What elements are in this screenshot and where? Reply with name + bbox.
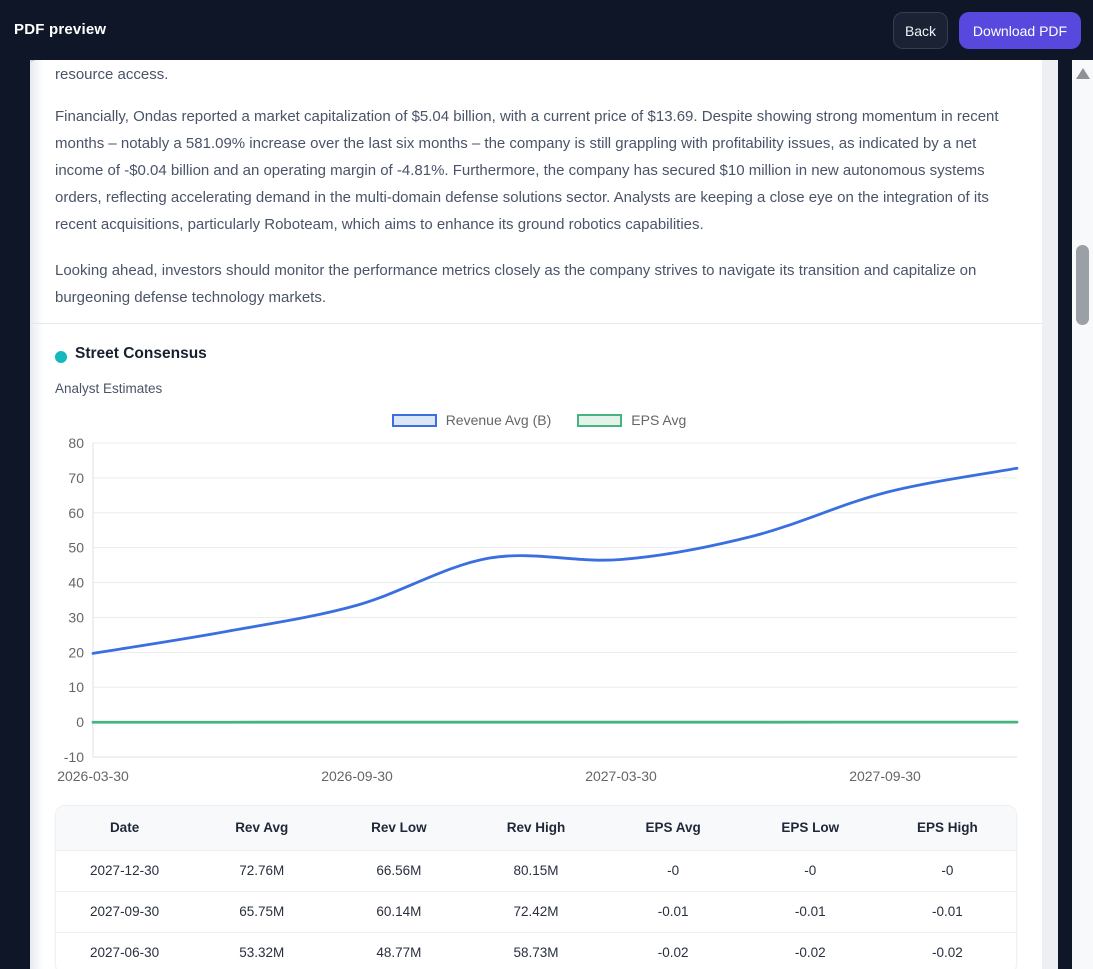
table-header-cell: Rev Avg bbox=[193, 806, 331, 850]
download-pdf-button[interactable]: Download PDF bbox=[959, 12, 1081, 49]
table-cell: -0 bbox=[878, 849, 1016, 891]
axis-tick-label: 30 bbox=[68, 609, 84, 625]
table-header-cell: EPS Avg bbox=[604, 806, 742, 850]
section-divider bbox=[30, 323, 1042, 324]
analyst-estimates-table: Date Rev Avg Rev Low Rev High EPS Avg EPS Low… bbox=[55, 805, 1017, 969]
scrollbar-thumb[interactable] bbox=[1076, 245, 1089, 325]
axis-tick-label: 20 bbox=[68, 644, 84, 660]
table-header-cell: Rev Low bbox=[330, 806, 468, 850]
table-cell: 65.75M bbox=[193, 890, 331, 932]
legend-item: Revenue Avg (B) bbox=[391, 412, 552, 428]
back-button[interactable]: Back bbox=[893, 12, 948, 49]
table-cell: 80.15M bbox=[467, 849, 605, 891]
axis-tick-label: 60 bbox=[68, 505, 84, 521]
table-header-row: Date Rev Avg Rev Low Rev High EPS Avg EPS Low… bbox=[56, 806, 1016, 850]
scroll-up-arrow-icon[interactable] bbox=[1076, 68, 1090, 79]
paragraph-financials: Financially, Ondas reported a market cap… bbox=[55, 108, 999, 233]
app-viewport: PDF preview Back Download PDF resource a… bbox=[0, 0, 1093, 969]
section-title: Street Consensus bbox=[75, 345, 207, 362]
table-cell: 66.56M bbox=[330, 849, 468, 891]
legend-swatch bbox=[391, 413, 437, 427]
clipped-paragraph-line: resource access. bbox=[55, 66, 169, 83]
legend-label: Revenue Avg (B) bbox=[445, 412, 552, 428]
page-title: PDF preview bbox=[14, 21, 107, 38]
axis-tick-label: -10 bbox=[64, 749, 84, 765]
table-row: 2027-12-30 72.76M 66.56M 80.15M -0 -0 -0 bbox=[56, 849, 1016, 891]
table-cell: -0.02 bbox=[741, 931, 879, 969]
table-cell: -0.02 bbox=[604, 931, 742, 969]
table-cell: 48.77M bbox=[330, 931, 468, 969]
table-header-cell: Rev High bbox=[467, 806, 605, 850]
top-bar: PDF preview Back Download PDF bbox=[0, 0, 1093, 60]
table-header-cell: EPS Low bbox=[741, 806, 879, 850]
table-cell: -0.02 bbox=[878, 931, 1016, 969]
table-row: 2027-09-30 65.75M 60.14M 72.42M -0.01 -0.01 -0… bbox=[56, 890, 1016, 932]
legend-label: EPS Avg bbox=[631, 412, 687, 428]
table-row: 2027-06-30 53.32M 48.77M 58.73M -0.02 -0.02 -0… bbox=[56, 931, 1016, 969]
axis-tick-label: 2026-03-30 bbox=[57, 768, 129, 784]
table-cell: 58.73M bbox=[467, 931, 605, 969]
axis-tick-label: 2026-09-30 bbox=[321, 768, 393, 784]
pdf-preview-page: resource access. Financially, Ondas repo… bbox=[30, 60, 1058, 969]
series-line-revenue-avg-b bbox=[91, 466, 1019, 655]
table-cell: -0 bbox=[741, 849, 879, 891]
legend-item: EPS Avg bbox=[577, 412, 686, 428]
table-cell: -0.01 bbox=[741, 890, 879, 932]
table-cell: 60.14M bbox=[330, 890, 468, 932]
table-cell: 53.32M bbox=[193, 931, 331, 969]
axis-tick-label: 10 bbox=[68, 679, 84, 695]
legend-swatch bbox=[577, 413, 623, 427]
axis-tick-label: 80 bbox=[68, 437, 84, 451]
axis-tick-label: 0 bbox=[76, 714, 84, 730]
axis-tick-label: 40 bbox=[68, 575, 84, 591]
table-cell: -0.01 bbox=[878, 890, 1016, 932]
line-chart-svg: 80 70 60 50 40 30 20 10 0 -10 2026-03-30 2026-09-30… bbox=[57, 435, 1019, 784]
table-cell: 2027-09-30 bbox=[56, 890, 194, 932]
section-bullet-dot bbox=[55, 351, 67, 363]
inner-scrollbar-track bbox=[1042, 60, 1058, 969]
table-cell: 2027-12-30 bbox=[56, 849, 194, 891]
analyst-estimates-line-chart: 80 70 60 50 40 30 20 10 0 -10 2026-03-30 2026-09-30… bbox=[55, 435, 1025, 790]
axis-tick-label: 50 bbox=[68, 540, 84, 556]
axis-tick-label: 70 bbox=[68, 470, 84, 486]
scrollbar-track[interactable] bbox=[1072, 60, 1093, 969]
table-cell: 72.42M bbox=[467, 890, 605, 932]
page-left-shadow bbox=[30, 60, 43, 969]
axis-tick-label: 2027-03-30 bbox=[585, 768, 657, 784]
table-header-cell: Date bbox=[56, 806, 194, 850]
table-cell: -0.01 bbox=[604, 890, 742, 932]
table-header-cell: EPS High bbox=[878, 806, 1016, 850]
table-cell: 2027-06-30 bbox=[56, 931, 194, 969]
chart-legend: Revenue Avg (B) EPS Avg bbox=[55, 412, 1023, 428]
axis-tick-label: 2027-09-30 bbox=[849, 768, 921, 784]
table-cell: -0 bbox=[604, 849, 742, 891]
table-cell: 72.76M bbox=[193, 849, 331, 891]
paragraph-outlook: Looking ahead, investors should monitor … bbox=[55, 262, 977, 306]
chart-subtitle: Analyst Estimates bbox=[55, 381, 163, 396]
